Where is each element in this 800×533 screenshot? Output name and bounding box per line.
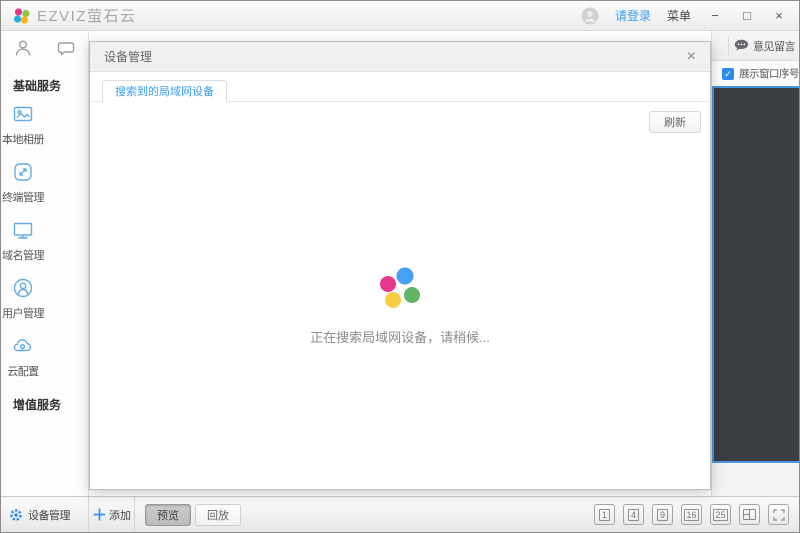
app-logo: EZVIZ萤石云	[13, 5, 137, 26]
window-number-row: ✓ 展示窗口序号	[712, 61, 799, 86]
device-manage-dialog: 设备管理 × 搜索到的局域网设备 刷新 正在搜索局域网设备，请稍候...	[89, 41, 711, 490]
tab-preview[interactable]: 预览	[145, 503, 191, 526]
bottom-bar: 设备管理 ＋ 添加 预览 回放 1 4 9 16 25	[1, 496, 799, 532]
window-number-label: 展示窗口序号	[739, 68, 799, 80]
titlebar: EZVIZ萤石云 请登录 菜单 − □ ×	[1, 1, 799, 31]
grid-4-label: 4	[628, 508, 639, 521]
sidebar-item-local-album[interactable]: 本地相册	[1, 102, 45, 147]
app-window: EZVIZ萤石云 请登录 菜单 − □ × 基础服务 本地相册 终端管理 域名管…	[0, 0, 800, 533]
feedback-button[interactable]: 意见留言	[728, 36, 796, 55]
grid-4-button[interactable]: 4	[623, 504, 644, 525]
ezviz-flower-icon	[13, 7, 31, 25]
custom-layout-icon	[743, 509, 756, 520]
add-label: 添加	[109, 509, 131, 522]
profile-icon[interactable]	[1, 38, 45, 58]
right-panel-footer	[712, 463, 799, 496]
spinner-flower-icon	[379, 267, 421, 309]
custom-layout-button[interactable]	[739, 504, 760, 525]
photo-icon	[11, 102, 35, 126]
dialog-title: 设备管理	[104, 50, 153, 64]
basic-service-grid: 本地相册 终端管理 域名管理 用户管理 云配置	[1, 102, 88, 392]
titlebar-right: 请登录 菜单 − □ ×	[581, 7, 787, 25]
menu-button[interactable]: 菜单	[667, 7, 691, 24]
sidebar-item-label: 本地相册	[2, 134, 45, 146]
video-window-selected[interactable]	[712, 86, 799, 463]
avatar	[581, 7, 599, 25]
window-number-checkbox[interactable]: ✓	[722, 67, 734, 80]
section-basic-services: 基础服务	[13, 79, 62, 93]
grid-16-label: 16	[684, 508, 699, 521]
dialog-close-icon[interactable]: ×	[687, 48, 696, 65]
user-icon	[11, 276, 35, 300]
dialog-body: 刷新 正在搜索局域网设备，请稍候...	[90, 102, 710, 488]
sidebar-item-label: 云配置	[7, 366, 39, 378]
tab-lan-devices[interactable]: 搜索到的局域网设备	[102, 80, 227, 102]
message-icon[interactable]	[45, 38, 89, 58]
plus-icon: ＋	[91, 507, 107, 524]
tab-playback[interactable]: 回放	[195, 503, 241, 526]
sidebar-item-domain-manage[interactable]: 域名管理	[1, 218, 45, 263]
fullscreen-icon	[772, 508, 785, 521]
loading-indicator: 正在搜索局域网设备，请稍候...	[90, 267, 710, 346]
cloud-config-icon	[11, 334, 35, 358]
right-panel: 意见留言 ✓ 展示窗口序号	[711, 31, 799, 496]
sidebar-item-cloud-config[interactable]: 云配置	[1, 334, 45, 379]
view-mode-tabs: 预览 回放	[145, 503, 241, 526]
feedback-bubble-icon	[734, 39, 749, 52]
grid-16-button[interactable]: 16	[681, 504, 702, 525]
loading-text: 正在搜索局域网设备，请稍候...	[310, 330, 490, 345]
grid-1-button[interactable]: 1	[594, 504, 615, 525]
dialog-header: 设备管理 ×	[90, 42, 710, 72]
grid-1-label: 1	[599, 508, 610, 521]
sidebar-item-terminal-manage[interactable]: 终端管理	[1, 160, 45, 205]
grid-layout-controls: 1 4 9 16 25	[594, 504, 799, 525]
grid-25-label: 25	[713, 508, 728, 521]
grid-25-button[interactable]: 25	[710, 504, 731, 525]
grid-9-label: 9	[657, 508, 668, 521]
terminal-icon	[11, 160, 35, 184]
minimize-icon[interactable]: −	[707, 8, 723, 24]
domain-icon	[11, 218, 35, 242]
sidebar-item-label: 域名管理	[2, 250, 45, 262]
login-link[interactable]: 请登录	[615, 7, 651, 24]
close-icon[interactable]: ×	[771, 8, 787, 24]
feedback-label: 意见留言	[753, 40, 796, 53]
gear-icon	[9, 508, 23, 522]
sidebar-top-icons	[1, 31, 88, 65]
add-device-button[interactable]: ＋ 添加	[89, 497, 135, 532]
sidebar-item-label: 终端管理	[2, 192, 45, 204]
feedback-row: 意见留言	[712, 31, 799, 61]
refresh-button[interactable]: 刷新	[649, 111, 701, 133]
sidebar-item-label: 用户管理	[2, 308, 45, 320]
sidebar-item-user-manage[interactable]: 用户管理	[1, 276, 45, 321]
fullscreen-button[interactable]	[768, 504, 789, 525]
grid-9-button[interactable]: 9	[652, 504, 673, 525]
app-title: EZVIZ萤石云	[37, 8, 137, 25]
device-manage-label: 设备管理	[28, 509, 71, 522]
section-value-services: 增值服务	[13, 398, 62, 412]
maximize-icon[interactable]: □	[739, 8, 755, 24]
sidebar: 基础服务 本地相册 终端管理 域名管理 用户管理 云配置 增值服务	[1, 31, 89, 496]
dialog-tab-strip: 搜索到的局域网设备	[90, 72, 710, 102]
device-manage-button[interactable]: 设备管理	[1, 497, 89, 532]
